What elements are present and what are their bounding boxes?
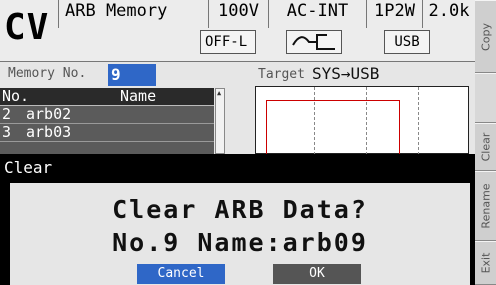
- dialog-question: Clear ARB Data?: [112, 195, 368, 224]
- usb-badge: USB: [384, 30, 430, 54]
- mode-indicator: CV: [4, 7, 50, 48]
- row-number: 3: [2, 123, 12, 141]
- table-row[interactable]: 3 arb03: [0, 124, 214, 142]
- dialog-body: Clear ARB Data? No.9 Name:arb09 Cancel O…: [10, 183, 470, 285]
- softkey-rename-label: Rename: [479, 183, 492, 229]
- target-value: SYS→USB: [312, 64, 380, 83]
- ac-waveform-icon: [286, 30, 342, 54]
- softkey-exit[interactable]: Exit: [475, 241, 496, 285]
- target-label: Target: [258, 67, 305, 82]
- signal-source: AC-INT: [268, 0, 366, 28]
- scroll-up-icon[interactable]: ▲: [217, 90, 221, 97]
- waveform-trace: [266, 100, 400, 156]
- table-scrollbar[interactable]: ▲: [215, 88, 225, 154]
- table-header: No. Name: [0, 88, 214, 106]
- status-header: CV ARB Memory 100V AC-INT 1P2W 2.0k OFF-…: [0, 0, 475, 62]
- cancel-button[interactable]: Cancel: [137, 264, 225, 284]
- softkey-rename[interactable]: Rename: [475, 171, 496, 241]
- softkey-blank: [475, 73, 496, 123]
- column-header-no: No.: [2, 87, 30, 105]
- softkey-bar: Copy Clear Rename Exit: [475, 0, 496, 285]
- phase-wiring: 1P2W: [366, 0, 422, 28]
- power-range: 2.0k: [422, 0, 475, 28]
- screen-title: ARB Memory: [58, 0, 208, 28]
- output-state-badge: OFF-L: [200, 30, 256, 54]
- softkey-clear-label: Clear: [479, 132, 492, 162]
- waveform-preview: [255, 86, 469, 156]
- table-row[interactable]: 2 arb02: [0, 106, 214, 124]
- memory-number-field[interactable]: 9: [108, 64, 156, 86]
- column-header-name: Name: [120, 87, 157, 105]
- dialog-info: No.9 Name:arb09: [112, 228, 368, 257]
- grid-line: [418, 87, 419, 155]
- softkey-exit-label: Exit: [479, 252, 492, 274]
- dialog-title: Clear: [4, 158, 53, 177]
- memory-number-label: Memory No.: [8, 66, 87, 81]
- voltage-range: 100V: [208, 0, 268, 28]
- memory-table: No. Name 2 arb02 3 arb03: [0, 88, 230, 155]
- softkey-copy[interactable]: Copy: [475, 0, 496, 73]
- row-name: arb02: [26, 105, 72, 123]
- row-number: 2: [2, 105, 12, 123]
- softkey-clear[interactable]: Clear: [475, 123, 496, 171]
- ok-button[interactable]: OK: [273, 264, 361, 284]
- softkey-copy-label: Copy: [479, 22, 492, 51]
- row-name: arb03: [26, 123, 72, 141]
